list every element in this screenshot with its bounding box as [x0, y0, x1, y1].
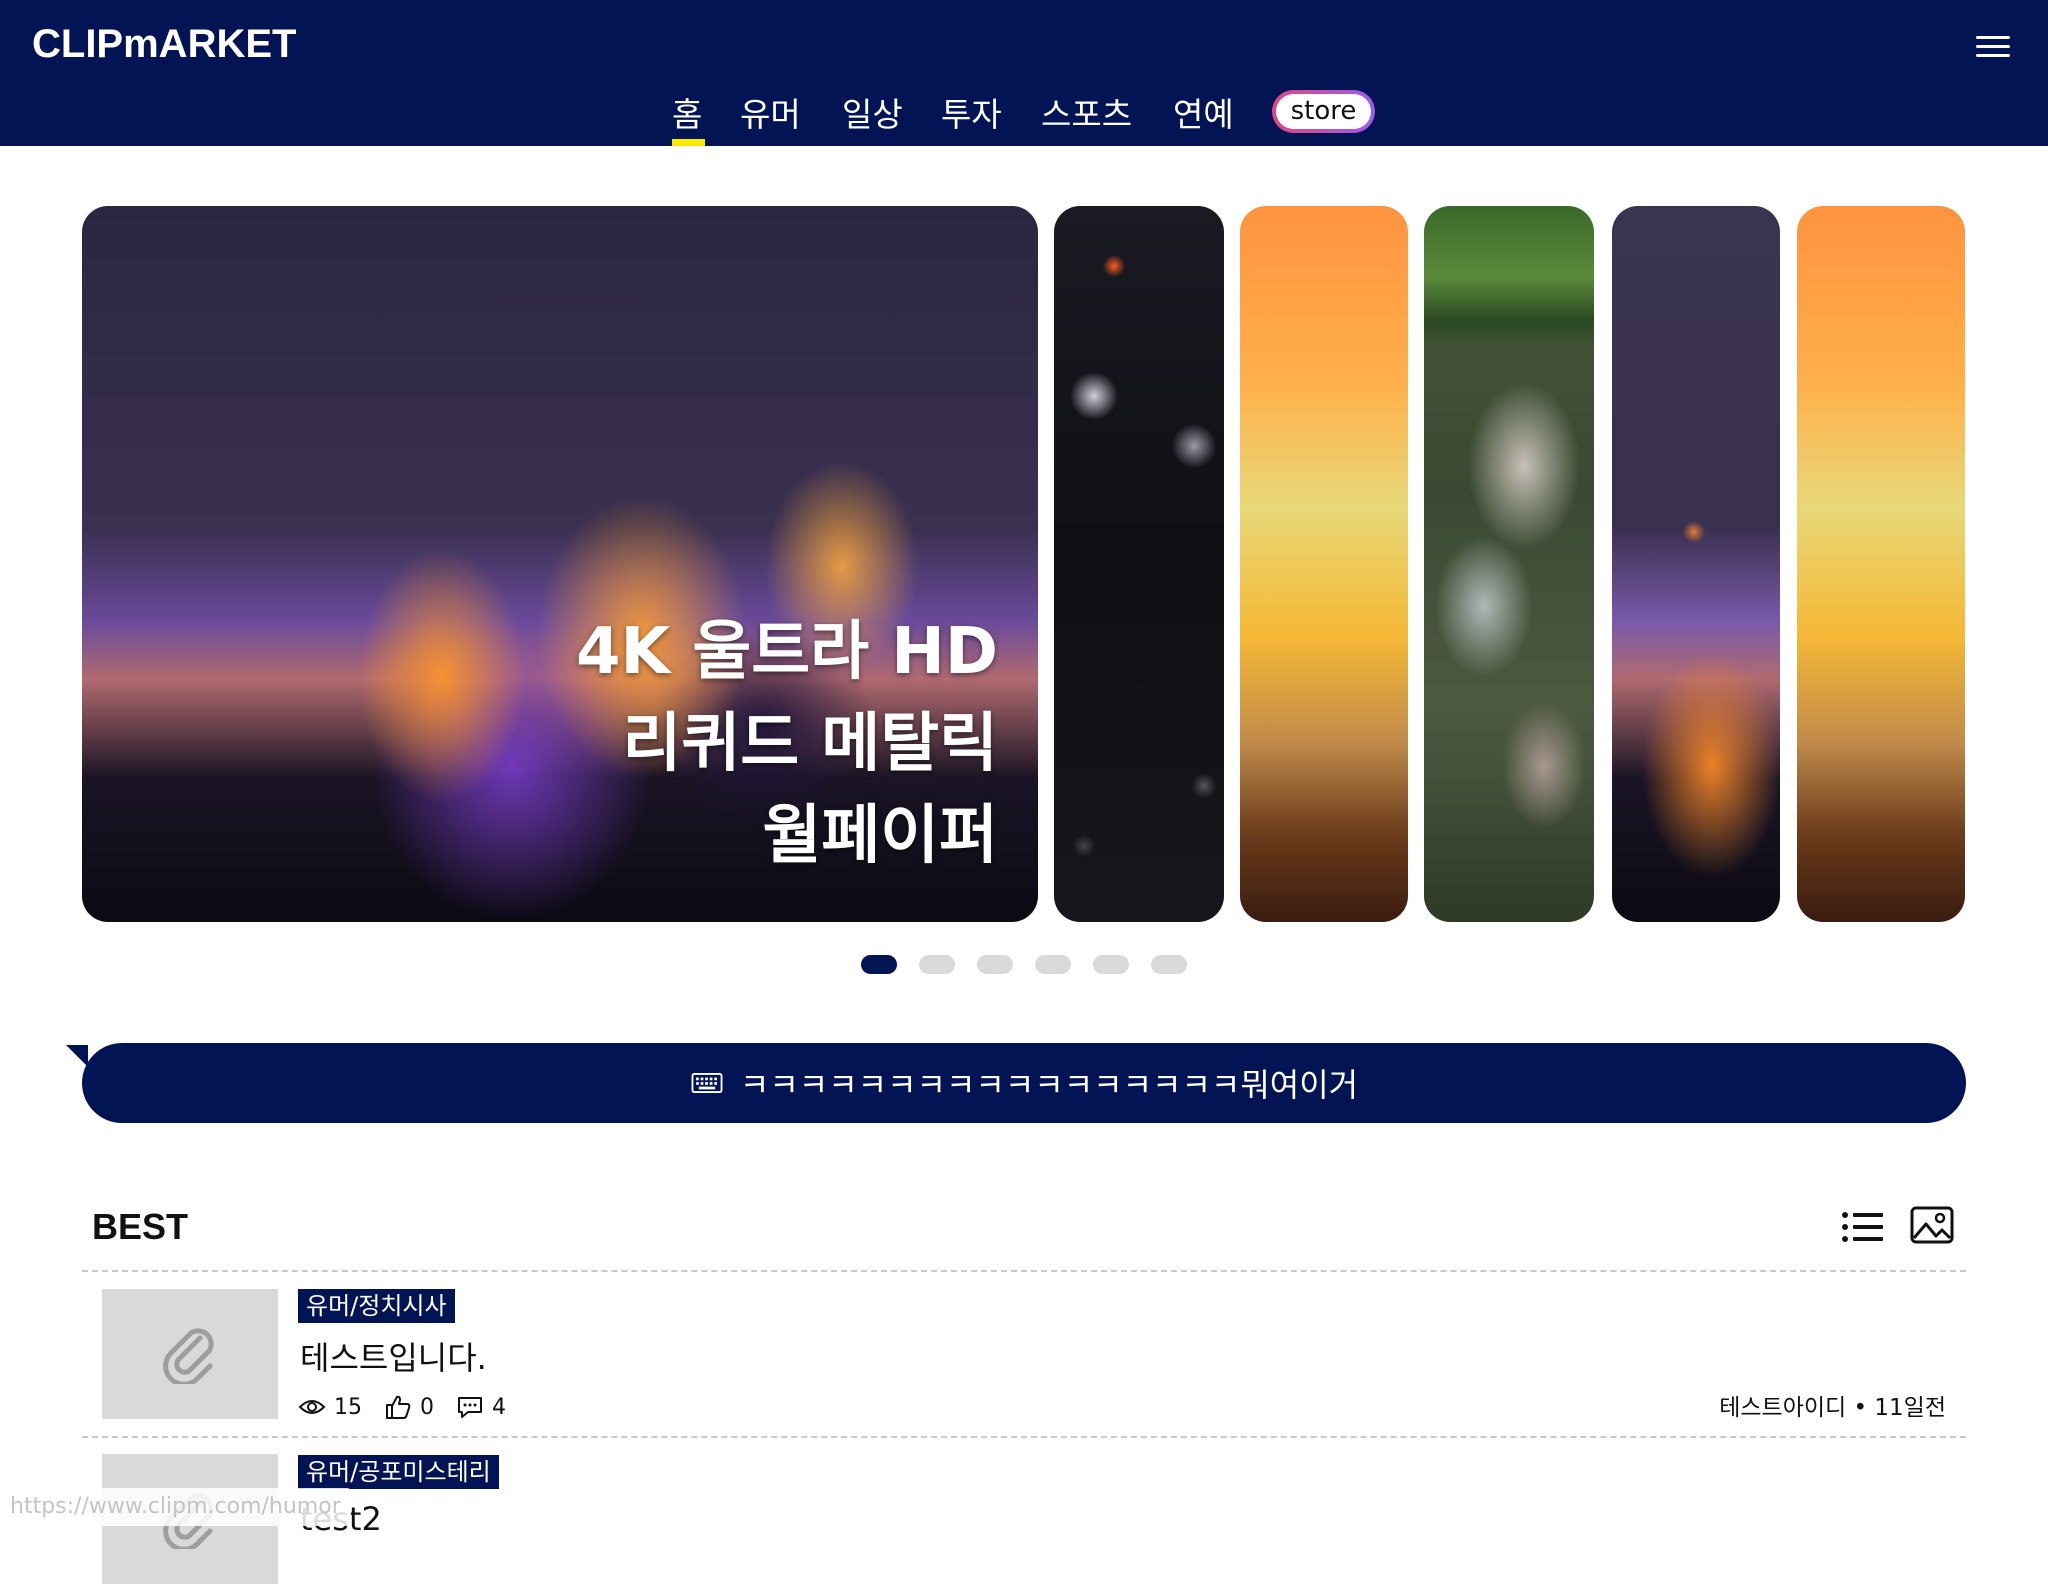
- active-tab-indicator: [672, 139, 705, 146]
- slide-title-line: 월페이퍼: [762, 799, 998, 873]
- carousel-slide-thumb[interactable]: [1797, 206, 1965, 922]
- carousel-slide-thumb[interactable]: [1240, 206, 1408, 922]
- comments-stat: 4: [456, 1395, 506, 1420]
- post-meta: 테스트아이디 • 11일전: [1719, 1388, 1946, 1422]
- comments-count: 4: [492, 1394, 506, 1420]
- link-hover-url: https://www.clipm.com/humor: [0, 1488, 351, 1526]
- meta-separator: •: [1853, 1395, 1875, 1421]
- likes-stat: 0: [384, 1394, 434, 1420]
- views-stat: 15: [298, 1395, 362, 1420]
- carousel-dot[interactable]: [1035, 955, 1071, 974]
- site-logo[interactable]: CLIPmARKET: [32, 22, 296, 67]
- carousel-slide-main[interactable]: 4K 울트라 HD 리퀴드 메탈릭 월페이퍼: [82, 206, 1038, 922]
- hamburger-menu-icon[interactable]: [1976, 34, 2010, 60]
- store-label: store: [1276, 94, 1371, 129]
- notice-banner[interactable]: ㅋㅋㅋㅋㅋㅋㅋㅋㅋㅋㅋㅋㅋㅋㅋㅋㅋ뭐여이거: [82, 1043, 1966, 1123]
- image-view-icon[interactable]: [1910, 1206, 1954, 1244]
- carousel-dot[interactable]: [1151, 955, 1187, 974]
- post-author[interactable]: 테스트아이디: [1719, 1395, 1846, 1421]
- thumbs-up-icon: [386, 1395, 411, 1419]
- keyboard-icon: [691, 1073, 723, 1093]
- main-nav: 홈 유머 일상 투자 스포츠 연예: [0, 88, 2048, 146]
- carousel-slide-thumb[interactable]: [1054, 206, 1224, 922]
- post-category-tag[interactable]: 유머/공포미스테리: [298, 1455, 499, 1489]
- carousel-slide-thumb[interactable]: [1424, 206, 1594, 922]
- likes-count: 0: [420, 1394, 434, 1420]
- carousel-dot[interactable]: [919, 955, 955, 974]
- eye-icon: [298, 1400, 326, 1414]
- slide-title-line: 4K 울트라 HD: [575, 615, 998, 689]
- top-header: CLIPmARKET 홈 유머 일상 투자 스포츠 연예 store: [0, 0, 2048, 146]
- nav-item-sports[interactable]: 스포츠: [1041, 88, 1132, 136]
- carousel-dot[interactable]: [1093, 955, 1129, 974]
- banner-text: ㅋㅋㅋㅋㅋㅋㅋㅋㅋㅋㅋㅋㅋㅋㅋㅋㅋ뭐여이거: [739, 1066, 1359, 1104]
- post-title[interactable]: 테스트입니다.: [300, 1333, 487, 1379]
- carousel-slide-thumb[interactable]: [1612, 206, 1780, 922]
- best-section-title: BEST: [92, 1206, 189, 1247]
- list-view-icon[interactable]: [1842, 1211, 1884, 1243]
- nav-item-invest[interactable]: 투자: [941, 88, 1002, 136]
- nav-item-daily[interactable]: 일상: [842, 88, 903, 136]
- divider: [82, 1270, 1966, 1272]
- post-thumbnail[interactable]: [102, 1289, 278, 1419]
- carousel-dot[interactable]: [977, 955, 1013, 974]
- divider: [82, 1436, 1966, 1438]
- banner-content: ㅋㅋㅋㅋㅋㅋㅋㅋㅋㅋㅋㅋㅋㅋㅋㅋㅋ뭐여이거: [82, 1043, 1966, 1123]
- nav-item-home[interactable]: 홈: [672, 88, 702, 136]
- comment-icon: [458, 1397, 482, 1418]
- post-category-tag[interactable]: 유머/정치시사: [298, 1289, 455, 1323]
- paperclip-icon: [163, 1328, 214, 1384]
- store-button[interactable]: store: [1272, 90, 1375, 133]
- slide-title: 4K 울트라 HD 리퀴드 메탈릭 월페이퍼: [576, 606, 998, 882]
- post-stats: 15 0 4: [298, 1392, 528, 1422]
- carousel-pagination: [0, 955, 2048, 975]
- slide-title-line: 리퀴드 메탈릭: [622, 707, 998, 781]
- nav-item-humor[interactable]: 유머: [740, 88, 801, 136]
- nav-item-entertainment[interactable]: 연예: [1173, 88, 1234, 136]
- views-count: 15: [334, 1394, 362, 1420]
- post-time: 11일전: [1874, 1395, 1946, 1421]
- carousel-dot[interactable]: [861, 955, 897, 974]
